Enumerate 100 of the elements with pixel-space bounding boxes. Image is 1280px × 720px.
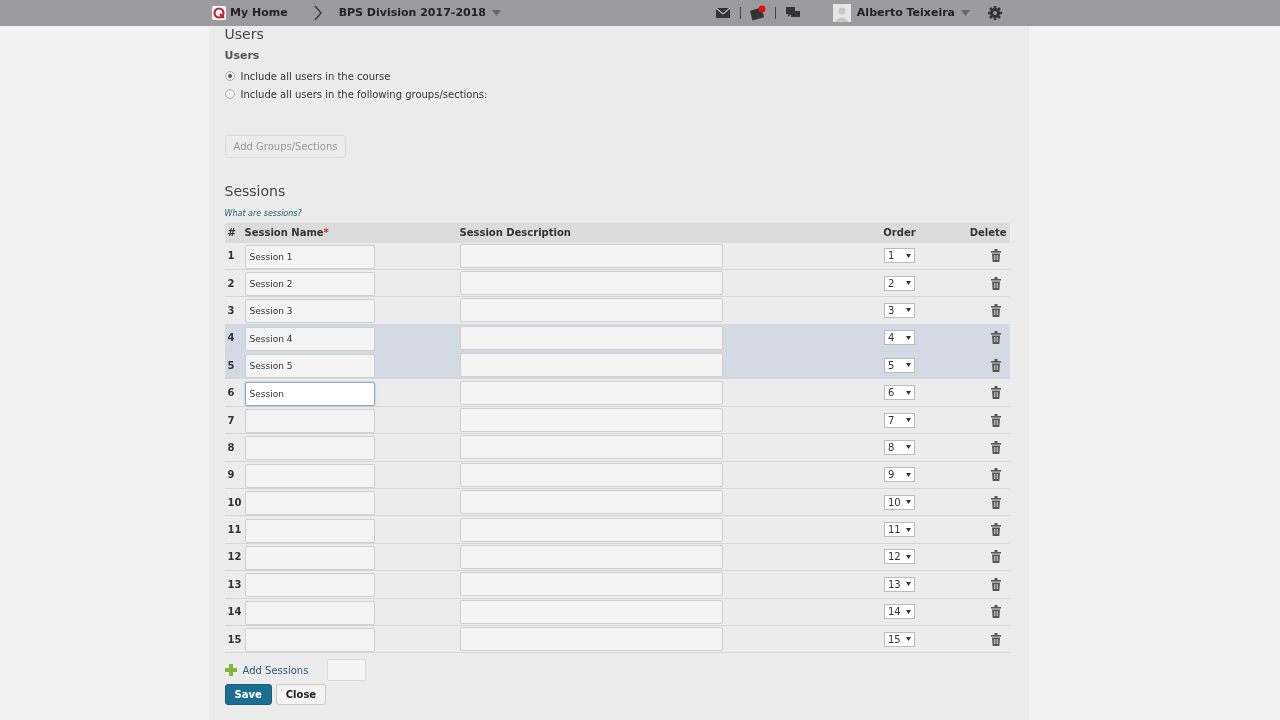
session-description-field[interactable] xyxy=(459,271,723,296)
session-description-field[interactable] xyxy=(459,353,723,378)
session-count-field[interactable] xyxy=(327,659,367,682)
row-number: 8 xyxy=(226,440,236,455)
order-select[interactable]: 13 xyxy=(884,576,915,592)
order-select[interactable]: 12 xyxy=(884,549,915,565)
trash-icon[interactable] xyxy=(990,331,1001,345)
caret-down-icon xyxy=(961,10,970,16)
order-select[interactable]: 3 xyxy=(884,302,915,318)
course-selector[interactable]: BPS Division 2017-2018 xyxy=(338,4,501,22)
session-name-field[interactable] xyxy=(244,518,375,543)
caret-down-icon xyxy=(492,10,501,16)
row-number: 12 xyxy=(226,550,243,565)
caret-down-icon xyxy=(906,472,911,477)
session-name-field[interactable]: Session xyxy=(244,381,375,406)
trash-icon[interactable] xyxy=(990,605,1001,619)
order-select[interactable]: 4 xyxy=(884,330,915,346)
session-description-field[interactable] xyxy=(459,572,723,597)
caret-down-icon xyxy=(906,281,911,286)
order-select[interactable]: 8 xyxy=(884,439,915,455)
trash-icon[interactable] xyxy=(990,358,1001,372)
row-number: 2 xyxy=(226,276,236,291)
session-name-field[interactable] xyxy=(244,409,375,434)
row-number: 14 xyxy=(226,605,243,620)
order-select[interactable]: 7 xyxy=(884,412,915,428)
session-description-field[interactable] xyxy=(459,298,723,323)
session-name-field[interactable]: Session 2 xyxy=(244,272,375,297)
radio-label[interactable]: Include all users in the course xyxy=(240,68,391,84)
help-link[interactable]: What are sessions? xyxy=(224,207,1010,220)
radio-button[interactable] xyxy=(224,71,235,81)
add-sessions-link[interactable]: Add Sessions xyxy=(242,662,309,678)
row-number: 10 xyxy=(226,495,243,510)
row-number: 9 xyxy=(226,468,236,483)
row-number: 3 xyxy=(226,303,236,318)
trash-icon[interactable] xyxy=(990,468,1001,482)
session-name-field[interactable] xyxy=(244,463,375,488)
trash-icon[interactable] xyxy=(990,523,1001,537)
session-name-field[interactable]: Session 4 xyxy=(244,326,375,351)
trash-icon[interactable] xyxy=(990,632,1001,646)
plus-icon xyxy=(224,664,237,677)
row-number: 13 xyxy=(226,577,243,592)
session-name-field[interactable]: Session 3 xyxy=(244,299,375,324)
session-name-field[interactable] xyxy=(244,546,375,570)
row-number: 15 xyxy=(226,632,243,647)
order-select[interactable]: 15 xyxy=(884,631,915,647)
updates-icon[interactable] xyxy=(749,5,766,21)
column-header: Session Description xyxy=(459,226,572,240)
order-select[interactable]: 14 xyxy=(884,604,915,620)
order-select[interactable]: 9 xyxy=(884,467,915,483)
trash-icon[interactable] xyxy=(990,440,1001,454)
trash-icon[interactable] xyxy=(990,577,1001,591)
row-number: 11 xyxy=(226,523,243,538)
session-name-field[interactable] xyxy=(244,436,375,461)
trash-icon[interactable] xyxy=(990,303,1001,317)
user-menu[interactable]: Alberto Teixeira xyxy=(832,4,970,22)
order-select[interactable]: 5 xyxy=(884,357,915,373)
order-select[interactable]: 1 xyxy=(884,248,915,264)
trash-icon[interactable] xyxy=(990,386,1001,400)
trash-icon[interactable] xyxy=(990,276,1001,290)
caret-down-icon xyxy=(906,253,911,258)
avatar-icon xyxy=(832,4,851,22)
session-description-field[interactable] xyxy=(459,435,723,460)
radio-label[interactable]: Include all users in the following groups/sections: xyxy=(240,86,488,102)
session-description-field[interactable] xyxy=(459,380,723,405)
session-description-field[interactable] xyxy=(459,599,723,624)
chat-icon[interactable] xyxy=(784,6,801,20)
order-select[interactable]: 10 xyxy=(884,494,915,510)
column-header: Delete xyxy=(968,226,1008,240)
trash-icon[interactable] xyxy=(990,495,1001,509)
session-description-field[interactable] xyxy=(459,243,723,268)
home-link[interactable]: My Home xyxy=(230,4,288,22)
session-description-field[interactable] xyxy=(459,545,723,569)
session-description-field[interactable] xyxy=(459,517,723,542)
caret-down-icon xyxy=(906,390,911,395)
action-button[interactable]: Save xyxy=(224,684,272,706)
radio-button[interactable] xyxy=(224,89,235,99)
session-description-field[interactable] xyxy=(459,490,723,515)
caret-down-icon xyxy=(906,582,911,587)
logo-icon[interactable] xyxy=(212,6,226,20)
session-description-field[interactable] xyxy=(459,325,723,350)
action-button[interactable]: Close xyxy=(275,684,327,706)
trash-icon[interactable] xyxy=(990,550,1001,564)
session-name-field[interactable] xyxy=(244,573,375,598)
settings-icon[interactable] xyxy=(988,6,1002,20)
caret-down-icon xyxy=(906,445,911,450)
session-name-field[interactable]: Session 5 xyxy=(244,354,375,379)
trash-icon[interactable] xyxy=(990,413,1001,427)
trash-icon[interactable] xyxy=(990,249,1001,263)
session-description-field[interactable] xyxy=(459,627,723,652)
order-select[interactable]: 11 xyxy=(884,522,915,538)
session-name-field[interactable]: Session 1 xyxy=(244,244,375,269)
session-name-field[interactable] xyxy=(244,491,375,516)
order-select[interactable]: 2 xyxy=(884,275,915,291)
order-select[interactable]: 6 xyxy=(884,385,915,401)
mail-icon[interactable] xyxy=(714,6,731,20)
session-description-field[interactable] xyxy=(459,462,723,487)
session-description-field[interactable] xyxy=(459,408,723,433)
row-number: 7 xyxy=(226,413,236,428)
session-name-field[interactable] xyxy=(244,600,375,625)
session-name-field[interactable] xyxy=(244,628,375,653)
